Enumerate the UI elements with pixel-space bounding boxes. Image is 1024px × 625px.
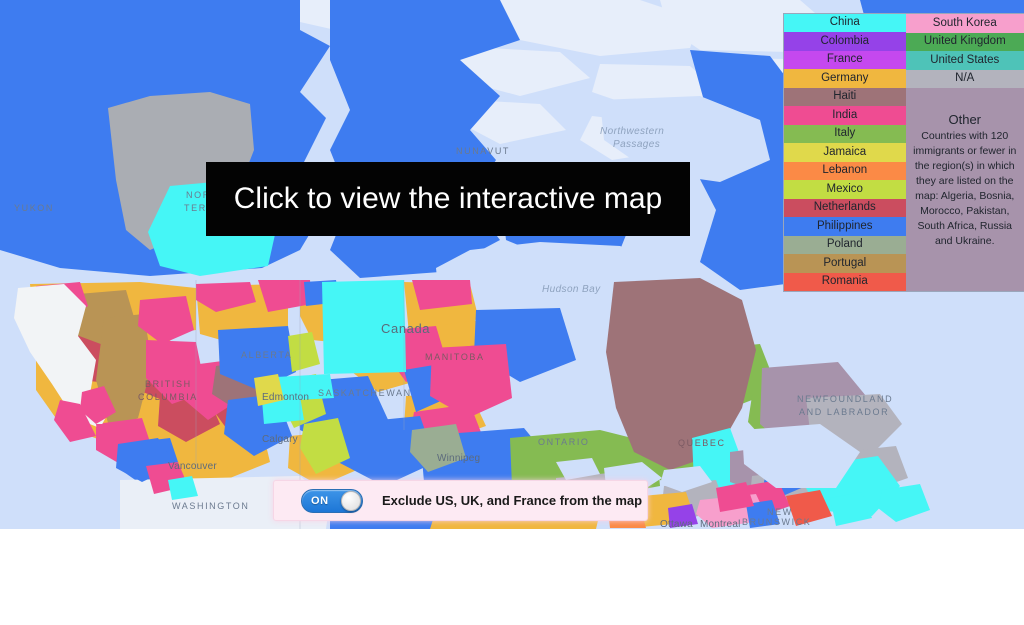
legend-row[interactable]: Philippines xyxy=(784,217,906,236)
legend-row[interactable]: Mexico xyxy=(784,180,906,199)
toggle-knob[interactable] xyxy=(341,490,361,511)
legend-row[interactable]: Romania xyxy=(784,272,906,292)
legend-row[interactable]: United Kingdom xyxy=(905,32,1024,52)
legend-row[interactable]: Lebanon xyxy=(784,161,906,181)
legend-row[interactable]: United States xyxy=(905,51,1024,70)
legend-row-label: Philippines xyxy=(816,219,873,232)
legend-row[interactable]: Portugal xyxy=(784,254,906,273)
legend-row-label: India xyxy=(832,108,858,121)
legend-row[interactable]: Colombia xyxy=(784,32,906,51)
toggle-caption: Exclude US, UK, and France from the map xyxy=(382,493,643,508)
legend-row-label: Poland xyxy=(826,238,863,251)
legend-other-title: Other xyxy=(948,112,981,128)
legend-row[interactable]: Poland xyxy=(784,235,906,255)
legend-row[interactable]: Netherlands xyxy=(784,198,906,218)
legend-row-label: Italy xyxy=(834,127,856,140)
legend-row-label: France xyxy=(826,53,863,66)
legend-column-right: South Korea United Kingdom United States N/… xyxy=(905,14,1024,291)
legend-row-label: United States xyxy=(930,53,1000,66)
legend-row[interactable]: France xyxy=(784,50,906,70)
legend-row[interactable]: Haiti xyxy=(784,87,906,107)
legend-row-label: Jamaica xyxy=(823,145,867,158)
legend-row-label: United Kingdom xyxy=(923,35,1006,48)
legend-row-label: Germany xyxy=(821,71,869,84)
interactive-map-cta-overlay[interactable]: Click to view the interactive map xyxy=(206,162,690,236)
choropleth-map[interactable]: YUKONNORTHWESTTERRITORIESNUNAVUTNorthwes… xyxy=(0,0,1024,529)
legend-row-label: Netherlands xyxy=(813,201,876,214)
legend-row[interactable]: N/A xyxy=(905,69,1024,89)
legend-row[interactable]: Germany xyxy=(784,69,906,88)
legend-row[interactable]: India xyxy=(784,106,906,125)
legend-column-left: China Colombia France Germany Haiti India Ital… xyxy=(784,14,906,292)
toggle-state-label: ON xyxy=(311,494,329,507)
legend-row-label: Portugal xyxy=(823,256,867,269)
legend-row-label: Mexico xyxy=(826,182,863,195)
legend-row-label: Colombia xyxy=(820,34,870,47)
legend-row-label: Haiti xyxy=(833,90,857,103)
exclude-countries-toggle-bar[interactable]: ON Exclude US, UK, and France from the m… xyxy=(273,480,648,521)
map-legend: China Colombia France Germany Haiti India Ital… xyxy=(783,13,1024,292)
legend-row-label: China xyxy=(829,16,860,29)
exclude-countries-toggle-switch[interactable]: ON xyxy=(301,488,363,513)
legend-other-description: Countries with 120 immigrants or fewer i… xyxy=(913,130,1017,247)
legend-row[interactable]: South Korea xyxy=(905,14,1024,33)
legend-row[interactable]: Jamaica xyxy=(784,143,906,162)
legend-row[interactable]: Italy xyxy=(784,124,906,144)
legend-row-label: N/A xyxy=(955,72,975,85)
legend-row-label: South Korea xyxy=(932,16,997,29)
legend-row[interactable]: China xyxy=(784,14,906,33)
legend-row-label: Romania xyxy=(821,275,868,288)
legend-row-label: Lebanon xyxy=(822,164,868,177)
legend-other-panel: Other Countries with 120 immigrants or f… xyxy=(905,88,1024,291)
map-screenshot-root: YUKONNORTHWESTTERRITORIESNUNAVUTNorthwes… xyxy=(0,0,1024,625)
interactive-map-cta-text: Click to view the interactive map xyxy=(233,182,663,215)
